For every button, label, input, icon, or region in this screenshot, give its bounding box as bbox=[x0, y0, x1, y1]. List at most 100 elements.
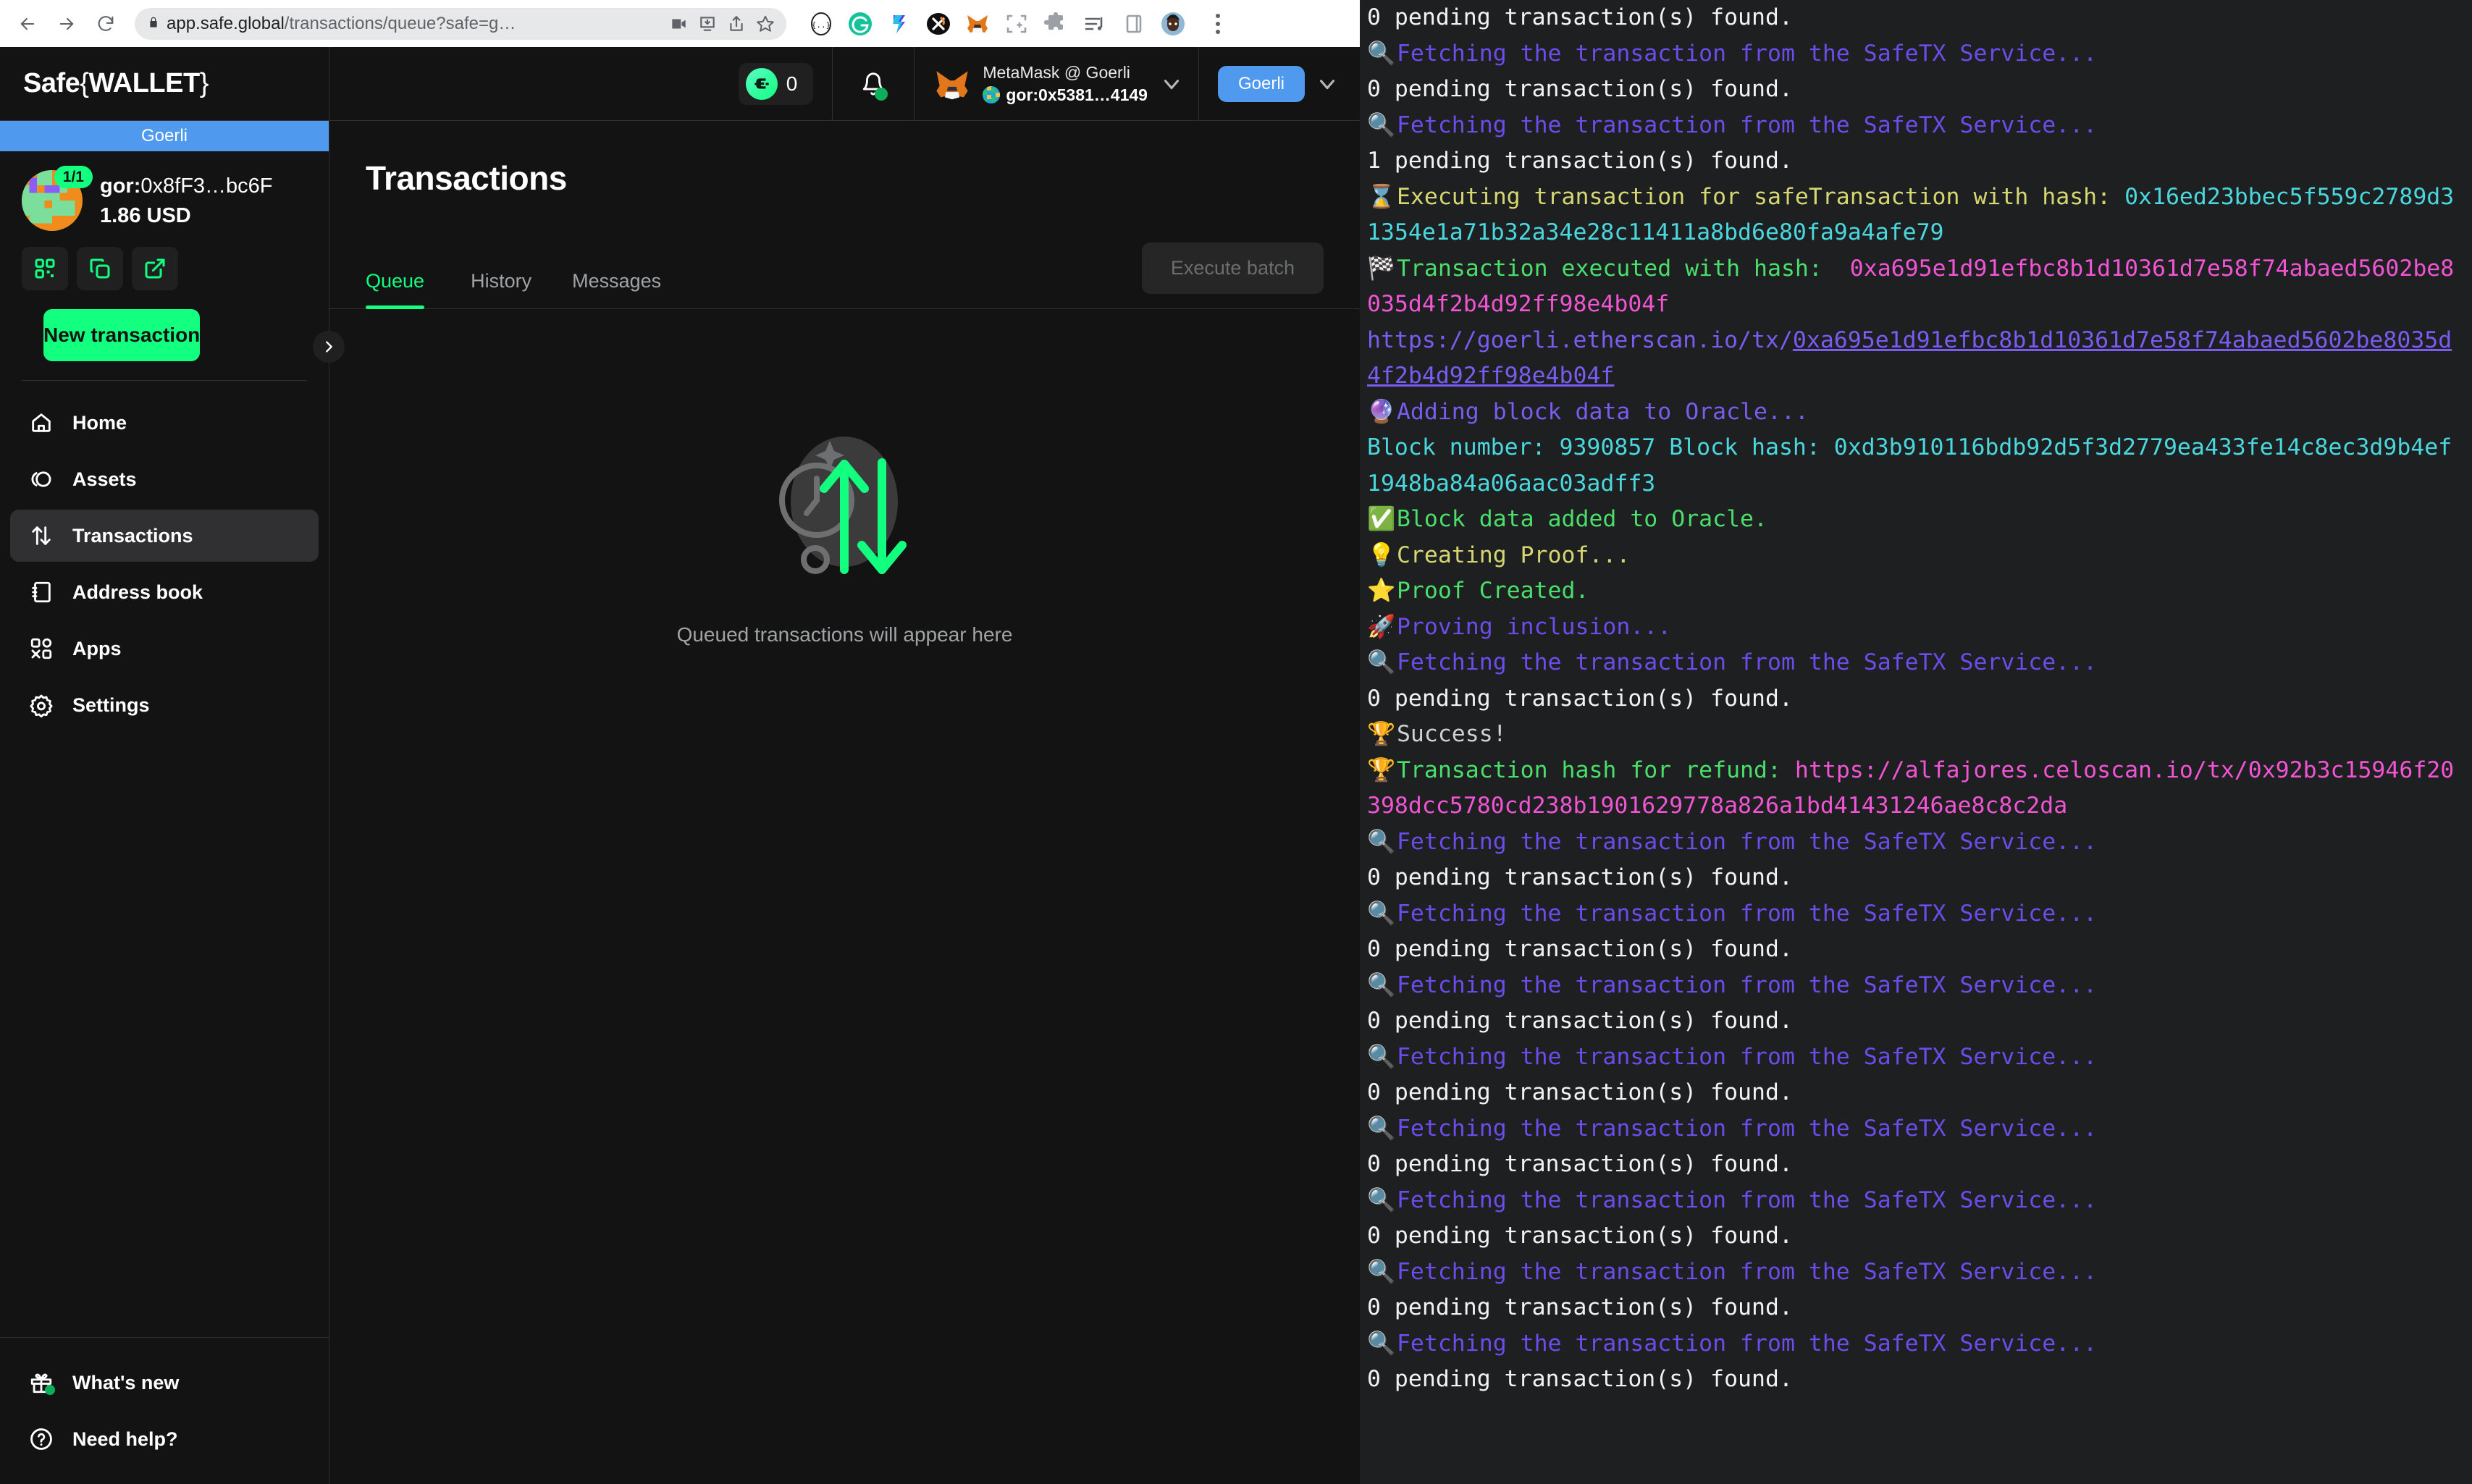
safe-address-row: gor:0x8fF3…bc6F bbox=[100, 174, 273, 198]
tab-queue[interactable]: Queue bbox=[366, 270, 450, 309]
sidebar-icon[interactable] bbox=[1119, 9, 1148, 38]
sidebar-item-address-book[interactable]: Address book bbox=[10, 566, 319, 618]
terminal-line: 🔍Fetching the transaction from the SafeT… bbox=[1367, 1111, 2460, 1147]
terminal-line: 🔍Fetching the transaction from the SafeT… bbox=[1367, 825, 2460, 861]
terminal-text: 0 pending transaction(s) found. bbox=[1367, 76, 1793, 102]
sidebar-item-whats-new[interactable]: What's new bbox=[10, 1357, 319, 1409]
app-logo[interactable]: Safe{WALLET} bbox=[0, 47, 329, 120]
address-book-icon bbox=[29, 580, 54, 604]
terminal-text: Block data added to Oracle. bbox=[1396, 506, 1767, 532]
terminal-line: ⭐Proof Created. bbox=[1367, 573, 2460, 610]
gear-icon bbox=[29, 693, 54, 717]
terminal-line: 0 pending transaction(s) found. bbox=[1367, 1362, 2460, 1398]
external-link-icon[interactable] bbox=[132, 247, 178, 290]
terminal-text: https://goerli.etherscan.io/tx/ bbox=[1367, 326, 1793, 353]
terminal-text: Fetching the transaction from the SafeTX… bbox=[1396, 1115, 2098, 1142]
copy-icon[interactable] bbox=[77, 247, 123, 290]
terminal-text: 0 pending transaction(s) found. bbox=[1367, 1223, 1793, 1249]
forward-arrow-icon[interactable] bbox=[49, 7, 84, 41]
terminal-panel[interactable]: 0 pending transaction(s) found. 🔍Fetching… bbox=[1360, 0, 2472, 1484]
terminal-line: 0 pending transaction(s) found. bbox=[1367, 932, 2460, 968]
metamask-fox-icon[interactable] bbox=[963, 9, 992, 38]
bookmark-star-icon[interactable] bbox=[754, 13, 776, 35]
terminal-line-icon: 🔍 bbox=[1367, 971, 1396, 998]
terminal-line-icon: 🔍 bbox=[1367, 649, 1396, 675]
sidebar-item-assets[interactable]: Assets bbox=[10, 453, 319, 505]
coins-icon bbox=[29, 467, 54, 492]
notification-dot bbox=[875, 87, 888, 101]
wallet-info: MetaMask @ Goerli gor:0x5381…4149 bbox=[983, 63, 1148, 105]
chevron-down-icon[interactable] bbox=[1315, 72, 1340, 96]
brackets-icon[interactable]: {..} bbox=[807, 9, 836, 38]
new-transaction-button[interactable]: New transaction bbox=[43, 309, 201, 361]
grammarly-icon[interactable] bbox=[846, 9, 875, 38]
pending-tx-counter[interactable]: 0 bbox=[738, 62, 814, 105]
sidebar-item-label: What's new bbox=[72, 1371, 180, 1394]
back-arrow-icon[interactable] bbox=[10, 7, 45, 41]
terminal-text: Proving inclusion... bbox=[1396, 613, 1672, 640]
blockie-avatar bbox=[983, 86, 1001, 104]
terminal-text: 0 pending transaction(s) found. bbox=[1367, 1151, 1793, 1177]
connected-wallet[interactable]: MetaMask @ Goerli gor:0x5381…4149 bbox=[915, 47, 1198, 121]
sidebar-item-settings[interactable]: Settings bbox=[10, 679, 319, 731]
playlist-icon[interactable] bbox=[1080, 9, 1109, 38]
network-banner: Goerli bbox=[0, 121, 329, 151]
sidebar-item-need-help[interactable]: Need help? bbox=[10, 1413, 319, 1465]
tally-icon[interactable] bbox=[885, 9, 914, 38]
terminal-line: 0 pending transaction(s) found. bbox=[1367, 1218, 2460, 1255]
sidebar-item-transactions[interactable]: Transactions bbox=[10, 510, 319, 562]
install-app-icon[interactable] bbox=[697, 13, 718, 35]
safe-balance: 1.86 USD bbox=[100, 204, 191, 227]
terminal-text: 0 pending transaction(s) found. bbox=[1367, 864, 1793, 890]
sidebar-bottom: What's new Need help? bbox=[0, 1337, 329, 1484]
tab-messages[interactable]: Messages bbox=[552, 270, 681, 308]
terminal-line: 🔍Fetching the transaction from the SafeT… bbox=[1367, 36, 2460, 72]
terminal-text: Fetching the transaction from the SafeTX… bbox=[1396, 828, 2098, 855]
terminal-line: 0 pending transaction(s) found. bbox=[1367, 1003, 2460, 1040]
sidebar-item-label: Settings bbox=[72, 693, 150, 716]
app-header: Safe{WALLET} 0 MetaMask @ Goerli gor:0x5… bbox=[0, 46, 1360, 121]
terminal-line: 💡Creating Proof... bbox=[1367, 538, 2460, 574]
terminal-line-icon: 🔍 bbox=[1367, 1115, 1396, 1142]
sidebar-expand-button[interactable] bbox=[313, 331, 345, 363]
terminal-text: Fetching the transaction from the SafeTX… bbox=[1396, 1186, 2098, 1213]
terminal-line: 0 pending transaction(s) found. bbox=[1367, 681, 2460, 717]
browser-window: app.safe.global/transactions/queue?safe=… bbox=[0, 0, 1360, 1484]
network-chip[interactable]: Goerli bbox=[1217, 65, 1305, 102]
sidebar-item-home[interactable]: Home bbox=[10, 397, 319, 449]
execute-batch-button[interactable]: Execute batch bbox=[1141, 243, 1324, 294]
arrows-up-down-icon bbox=[29, 523, 54, 548]
share-icon[interactable] bbox=[726, 13, 747, 35]
tab-history[interactable]: History bbox=[450, 270, 552, 308]
kebab-menu-icon[interactable] bbox=[1205, 13, 1231, 34]
terminal-text: Executing transaction for safeTransactio… bbox=[1396, 183, 2125, 210]
video-camera-icon[interactable] bbox=[668, 13, 689, 35]
reload-icon[interactable] bbox=[88, 7, 123, 41]
terminal-line: 🔍Fetching the transaction from the SafeT… bbox=[1367, 1255, 2460, 1291]
terminal-line: 0 pending transaction(s) found. bbox=[1367, 860, 2460, 896]
address-bar-text: app.safe.global/transactions/queue?safe=… bbox=[167, 14, 660, 34]
address-bar[interactable]: app.safe.global/transactions/queue?safe=… bbox=[135, 7, 786, 40]
xdefi-icon[interactable] bbox=[924, 9, 953, 38]
puzzle-extensions-icon[interactable] bbox=[1041, 9, 1070, 38]
terminal-text: 0 pending transaction(s) found. bbox=[1367, 936, 1793, 962]
screenshot-icon[interactable] bbox=[1002, 9, 1031, 38]
user-avatar-icon[interactable] bbox=[1159, 9, 1187, 38]
chevron-down-icon[interactable] bbox=[1159, 72, 1184, 96]
safe-account-card[interactable]: 1/1 gor:0x8fF3…bc6F 1.86 USD New transac… bbox=[0, 151, 329, 381]
terminal-line: ✅Block data added to Oracle. bbox=[1367, 502, 2460, 538]
network-selector[interactable]: Goerli bbox=[1199, 47, 1360, 121]
terminal-text: Transaction hash for refund: bbox=[1396, 756, 1795, 783]
tabs: Queue History Messages bbox=[366, 270, 681, 309]
terminal-line: 0 pending transaction(s) found. bbox=[1367, 1290, 2460, 1326]
terminal-line: 🚀Proving inclusion... bbox=[1367, 610, 2460, 646]
sidebar-item-apps[interactable]: Apps bbox=[10, 623, 319, 675]
metamask-fox-icon bbox=[933, 66, 971, 102]
terminal-line: 0 pending transaction(s) found. bbox=[1367, 0, 2460, 36]
notification-bell-icon[interactable] bbox=[833, 47, 914, 121]
terminal-line-icon: 🔍 bbox=[1367, 1258, 1396, 1285]
home-icon bbox=[29, 410, 54, 435]
qr-code-icon[interactable] bbox=[22, 247, 68, 290]
url-path: /transactions/queue?safe=g… bbox=[284, 13, 516, 33]
brand-bracket-right: } bbox=[199, 68, 209, 98]
